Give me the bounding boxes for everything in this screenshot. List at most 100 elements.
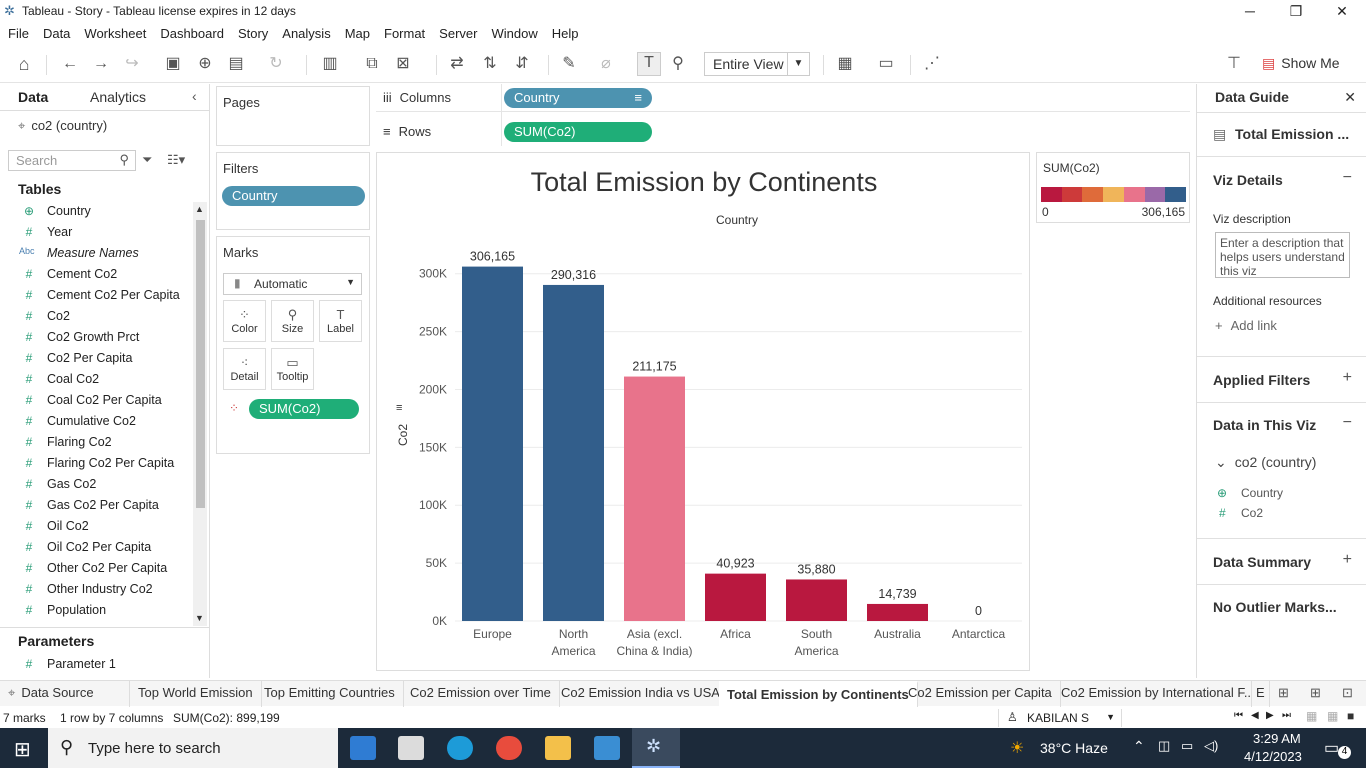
columns-pill-country[interactable]: Country ≡: [504, 88, 652, 108]
bar[interactable]: [624, 376, 685, 621]
bar-chart[interactable]: 0K 50K 100K 150K 200K 250K 300K Co2 ≡ 306,165 Euro…: [377, 153, 1031, 672]
menu-file[interactable]: File: [8, 23, 29, 45]
bar[interactable]: [543, 284, 604, 621]
tooltip-button[interactable]: ▭ Tooltip: [271, 348, 314, 390]
field-item[interactable]: # Other Co2 Per Capita: [0, 558, 196, 579]
menu-worksheet[interactable]: Worksheet: [84, 23, 146, 45]
field-item[interactable]: # Co2 Growth Prct: [0, 327, 196, 348]
scroll-down-icon[interactable]: ▼: [195, 613, 204, 623]
field-item[interactable]: # Flaring Co2 Per Capita: [0, 453, 196, 474]
redo-icon[interactable]: →: [91, 54, 111, 74]
bar[interactable]: [867, 603, 928, 621]
chrome-icon[interactable]: [496, 736, 522, 760]
close-guide-icon[interactable]: ✕: [1344, 89, 1356, 106]
field-item[interactable]: # Gas Co2: [0, 474, 196, 495]
new-story-tab-icon[interactable]: ⊡: [1342, 685, 1353, 701]
show-filmstrip-icon[interactable]: ▦: [1306, 709, 1317, 723]
applied-filters-heading[interactable]: Applied Filters: [1213, 372, 1310, 388]
tab-co2-india-vs-usa[interactable]: Co2 Emission India vs USA: [553, 681, 729, 707]
weather-text[interactable]: 38°C Haze: [1040, 740, 1108, 756]
mark-type-select[interactable]: ▮ Automatic ▼: [223, 273, 362, 295]
tableau-taskbar-icon[interactable]: ✲: [632, 728, 680, 768]
network-icon[interactable]: ▭: [1181, 738, 1193, 754]
color-button[interactable]: ⁘ Color: [223, 300, 266, 342]
tab-data[interactable]: Data: [18, 89, 48, 105]
show-me-button[interactable]: ▤ Show Me: [1262, 55, 1340, 72]
store-icon[interactable]: [350, 736, 376, 760]
presentation-icon[interactable]: ▭: [876, 54, 896, 74]
field-item[interactable]: # Coal Co2: [0, 369, 196, 390]
tray-chevron-icon[interactable]: ⌃: [1133, 738, 1145, 755]
new-dashboard-tab-icon[interactable]: ⊞: [1310, 685, 1321, 701]
field-item[interactable]: # Population: [0, 600, 196, 621]
notifications-icon[interactable]: ▭: [1324, 738, 1339, 758]
duplicate-icon[interactable]: ⧉: [362, 54, 382, 74]
bar[interactable]: [786, 579, 847, 621]
field-item[interactable]: # Co2: [0, 306, 196, 327]
filter-icon[interactable]: ⏷: [142, 152, 152, 168]
first-sheet-icon[interactable]: ⏮: [1234, 710, 1243, 721]
tray-icon[interactable]: ◫: [1158, 738, 1170, 754]
expand-icon[interactable]: +: [1343, 551, 1352, 569]
field-item[interactable]: # Flaring Co2: [0, 432, 196, 453]
data-summary-heading[interactable]: Data Summary: [1213, 554, 1311, 570]
highlight-icon[interactable]: ✎: [559, 54, 579, 74]
menu-story[interactable]: Story: [238, 23, 268, 45]
search-input[interactable]: Search ⚲: [8, 150, 136, 171]
field-item[interactable]: # Coal Co2 Per Capita: [0, 390, 196, 411]
marks-pill-sum-co2[interactable]: SUM(Co2): [249, 399, 359, 419]
next-sheet-icon[interactable]: ▶: [1266, 710, 1274, 721]
new-datasource-icon[interactable]: ⊕: [195, 54, 215, 74]
undo-icon[interactable]: ←: [60, 54, 80, 74]
card-layout-icon[interactable]: ▦: [835, 54, 855, 74]
rows-pill-sum-co2[interactable]: SUM(Co2): [504, 122, 652, 142]
show-tabs-icon[interactable]: ▦: [1327, 709, 1338, 723]
field-item[interactable]: # Cement Co2 Per Capita: [0, 285, 196, 306]
collapse-icon[interactable]: −: [1343, 169, 1352, 187]
home-icon[interactable]: ⌂: [14, 54, 34, 74]
file-explorer-icon[interactable]: [545, 736, 571, 760]
show-labels-icon[interactable]: T: [637, 52, 661, 76]
legend-gradient[interactable]: [1041, 187, 1187, 202]
field-item[interactable]: # Cumulative Co2: [0, 411, 196, 432]
share-icon[interactable]: ⋰: [922, 54, 942, 74]
close-window-button[interactable]: ✕: [1319, 0, 1365, 23]
tab-analytics[interactable]: Analytics: [90, 89, 146, 105]
field-item[interactable]: # Co2 Per Capita: [0, 348, 196, 369]
parameter-item[interactable]: # Parameter 1: [0, 654, 196, 675]
field-item[interactable]: ⊕ Country: [0, 201, 196, 222]
field-item[interactable]: # Gas Co2 Per Capita: [0, 495, 196, 516]
scroll-up-icon[interactable]: ▲: [195, 204, 204, 214]
user-menu[interactable]: ♙ KABILAN S ▼: [998, 709, 1122, 727]
tab-co2-by-international[interactable]: Co2 Emission by International F...: [1053, 681, 1252, 707]
last-sheet-icon[interactable]: ⏭: [1282, 710, 1291, 721]
tab-co2-emission-over-time[interactable]: Co2 Emission over Time: [402, 681, 560, 707]
prev-sheet-icon[interactable]: ◀: [1251, 710, 1259, 721]
clock-date[interactable]: 4/12/2023: [1244, 749, 1302, 764]
size-button[interactable]: ⚲ Size: [271, 300, 314, 342]
tab-overflow[interactable]: E: [1252, 681, 1270, 707]
viz-description-input[interactable]: Enter a description that helps users und…: [1215, 232, 1350, 278]
new-worksheet-tab-icon[interactable]: ⊞: [1278, 685, 1289, 701]
format-painter-icon[interactable]: ⊤: [1224, 54, 1244, 74]
clock-time[interactable]: 3:29 AM: [1253, 731, 1301, 746]
refresh-icon[interactable]: ↻: [266, 54, 286, 74]
field-item[interactable]: # Cement Co2: [0, 264, 196, 285]
taskbar-search-input[interactable]: ⚲ Type here to search: [48, 728, 338, 768]
datasource-item[interactable]: ⌖ co2 (country): [18, 118, 107, 134]
add-link-button[interactable]: + Add link: [1215, 318, 1277, 333]
collapse-icon[interactable]: −: [1343, 414, 1352, 432]
tab-data-source[interactable]: ⌖ Data Source: [0, 681, 130, 707]
viz-details-heading[interactable]: Viz Details: [1213, 172, 1283, 188]
menu-format[interactable]: Format: [384, 23, 425, 45]
tab-co2-emission-per-capita[interactable]: Co2 Emission per Capita: [900, 681, 1061, 707]
expand-icon[interactable]: +: [1343, 369, 1352, 387]
tab-top-world-emission[interactable]: Top World Emission: [130, 681, 262, 707]
field-item[interactable]: # Year: [0, 222, 196, 243]
menu-map[interactable]: Map: [345, 23, 370, 45]
menu-analysis[interactable]: Analysis: [282, 23, 330, 45]
app-icon[interactable]: [594, 736, 620, 760]
field-item[interactable]: # Oil Co2 Per Capita: [0, 537, 196, 558]
edge-icon[interactable]: [447, 736, 473, 760]
sort-descending-icon[interactable]: ⇵: [512, 54, 532, 74]
